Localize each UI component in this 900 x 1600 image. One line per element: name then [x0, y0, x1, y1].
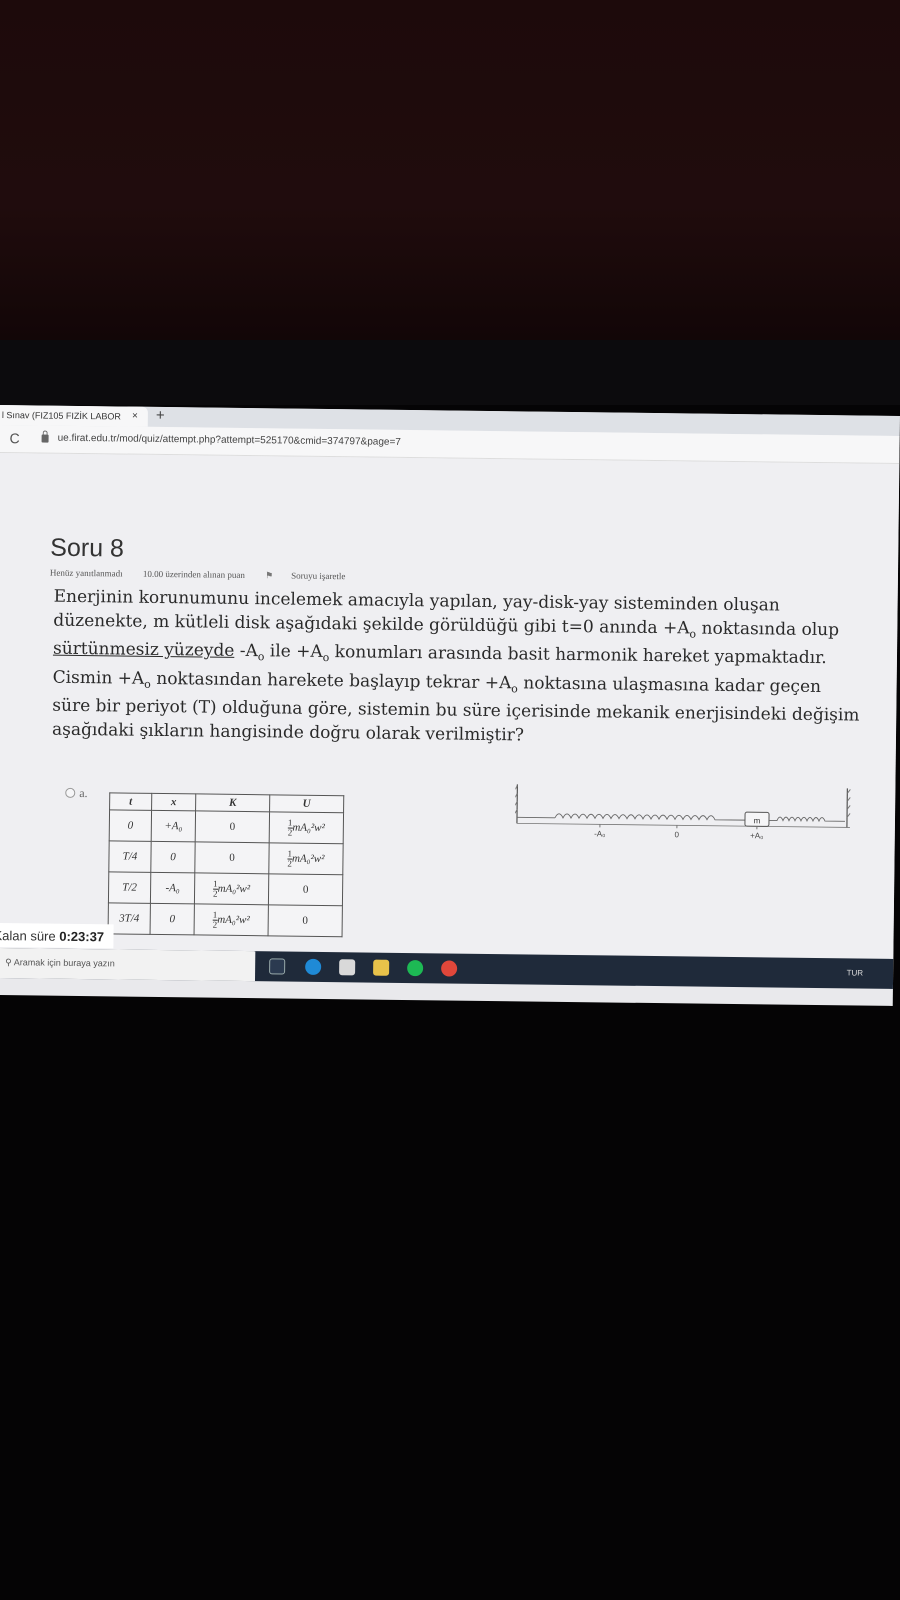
monitor-bezel — [0, 340, 900, 405]
flag-question-link[interactable]: ⚑ Soruyu işaretle — [265, 570, 363, 581]
timer-label: Kalan süre — [0, 927, 60, 944]
monitor-lower-frame — [0, 990, 900, 1600]
label-zero: 0 — [675, 830, 680, 839]
cell-k: 1 2 mA₀²w² — [194, 872, 269, 905]
table-row: 3T/4 0 1 2 mA₀²w² 0 — [108, 902, 343, 937]
cell-u: 1 2 mA₀²w² — [268, 842, 344, 875]
right-spring — [768, 816, 845, 823]
question-text-part: noktasında olup — [696, 618, 840, 640]
question-points: 10.00 üzerinden alınan puan — [142, 568, 245, 581]
background-wall — [0, 0, 900, 340]
cell-u: 0 — [268, 873, 343, 906]
question-text-part: -A — [234, 640, 258, 662]
question-text-part: ile +A — [264, 641, 323, 662]
question-text-part: noktasından harekete başlayıp tekrar +A — [150, 668, 512, 693]
left-spring — [516, 813, 745, 821]
browser-tab[interactable]: l Sınav (FIZ105 FIZİK LABOR × — [0, 405, 148, 427]
question-text: Enerjinin korunumunu incelemek amacıyla … — [52, 586, 864, 752]
table-header: U — [269, 794, 344, 813]
question-text-underlined: sürtünmesiz yüzeyde — [52, 638, 235, 661]
table-header: K — [195, 793, 270, 812]
url-field[interactable]: ue.firat.edu.tr/mod/quiz/attempt.php?att… — [58, 433, 401, 448]
monitor-screen: l Sınav (FIZ105 FIZİK LABOR × + C ue.fir… — [0, 405, 900, 1006]
edge-browser-icon[interactable] — [305, 958, 322, 975]
table-row: 0 +A₀ 0 1 2 mA₀²w² — [109, 809, 344, 844]
question-meta: Henüz yanıtlanmadı 10.00 üzerinden alına… — [50, 568, 382, 583]
label-plus-a0: +A₀ — [750, 831, 763, 840]
lock-icon — [41, 434, 49, 443]
task-view-icon[interactable] — [269, 958, 286, 975]
cell-x: 0 — [150, 903, 195, 935]
flag-label: Soruyu işaretle — [291, 570, 346, 582]
file-explorer-icon[interactable] — [373, 959, 390, 976]
system-tray-language[interactable]: TUR — [847, 968, 864, 977]
taskbar-search-placeholder: Aramak için buraya yazın — [13, 957, 115, 969]
table-row: T/2 -A₀ 1 2 mA₀²w² 0 — [108, 871, 343, 906]
chrome-icon[interactable] — [441, 960, 458, 977]
close-tab-icon[interactable]: × — [132, 411, 138, 422]
cell-x: +A₀ — [151, 810, 196, 842]
flag-icon: ⚑ — [265, 570, 274, 581]
cell-u: 1 2 mA₀²w² — [269, 811, 344, 844]
cell-t: 3T/4 — [108, 902, 151, 935]
mass-label: m — [754, 816, 761, 825]
table-row: T/4 0 0 1 2 mA₀²w² — [108, 840, 344, 875]
surface-line — [516, 822, 850, 828]
spotify-icon[interactable] — [407, 960, 424, 977]
taskbar-search-input[interactable]: ⚲ Aramak için buraya yazın — [0, 947, 256, 982]
new-tab-button[interactable]: + — [156, 407, 165, 424]
time-left-badge: Kalan süre 0:23:37 — [0, 922, 114, 949]
quiz-page: Soru 8 Henüz yanıtlanmadı 10.00 üzerinde… — [0, 452, 900, 959]
cell-u: 0 — [268, 904, 343, 937]
cell-x: 0 — [150, 841, 196, 873]
option-a[interactable]: a. — [65, 786, 88, 801]
question-text-part: Enerjinin korunumunu incelemek amacıyla … — [53, 586, 780, 638]
timer-value: 0:23:37 — [59, 928, 105, 945]
table-header: x — [151, 793, 196, 811]
cell-k: 0 — [194, 841, 270, 874]
tab-title: l Sınav (FIZ105 FIZİK LABOR — [1, 410, 121, 422]
question-title: Soru 8 — [50, 533, 125, 563]
cell-x: -A₀ — [150, 872, 195, 904]
question-status: Henüz yanıtlanmadı — [49, 567, 123, 579]
label-minus-a0: -A₀ — [594, 829, 605, 838]
option-a-table: t x K U 0 +A₀ 0 1 2 mA₀²w² T/4 0 0 1 2 mA₀²w² T/2 -A₀… — [107, 792, 345, 938]
table-header: t — [109, 792, 152, 811]
cell-t: 0 — [109, 809, 152, 842]
cell-k: 0 — [195, 810, 270, 843]
spring-disk-diagram: m -A₀ 0 +A₀ — [514, 784, 851, 840]
store-icon[interactable] — [339, 959, 356, 976]
cell-t: T/4 — [108, 840, 152, 873]
reload-icon[interactable]: C — [9, 430, 19, 446]
option-a-label: a. — [79, 785, 88, 801]
right-wall-icon — [846, 788, 851, 828]
option-a-radio[interactable] — [65, 787, 76, 798]
cell-t: T/2 — [108, 871, 151, 904]
search-icon: ⚲ — [5, 957, 14, 968]
cell-k: 1 2 mA₀²w² — [194, 903, 269, 936]
